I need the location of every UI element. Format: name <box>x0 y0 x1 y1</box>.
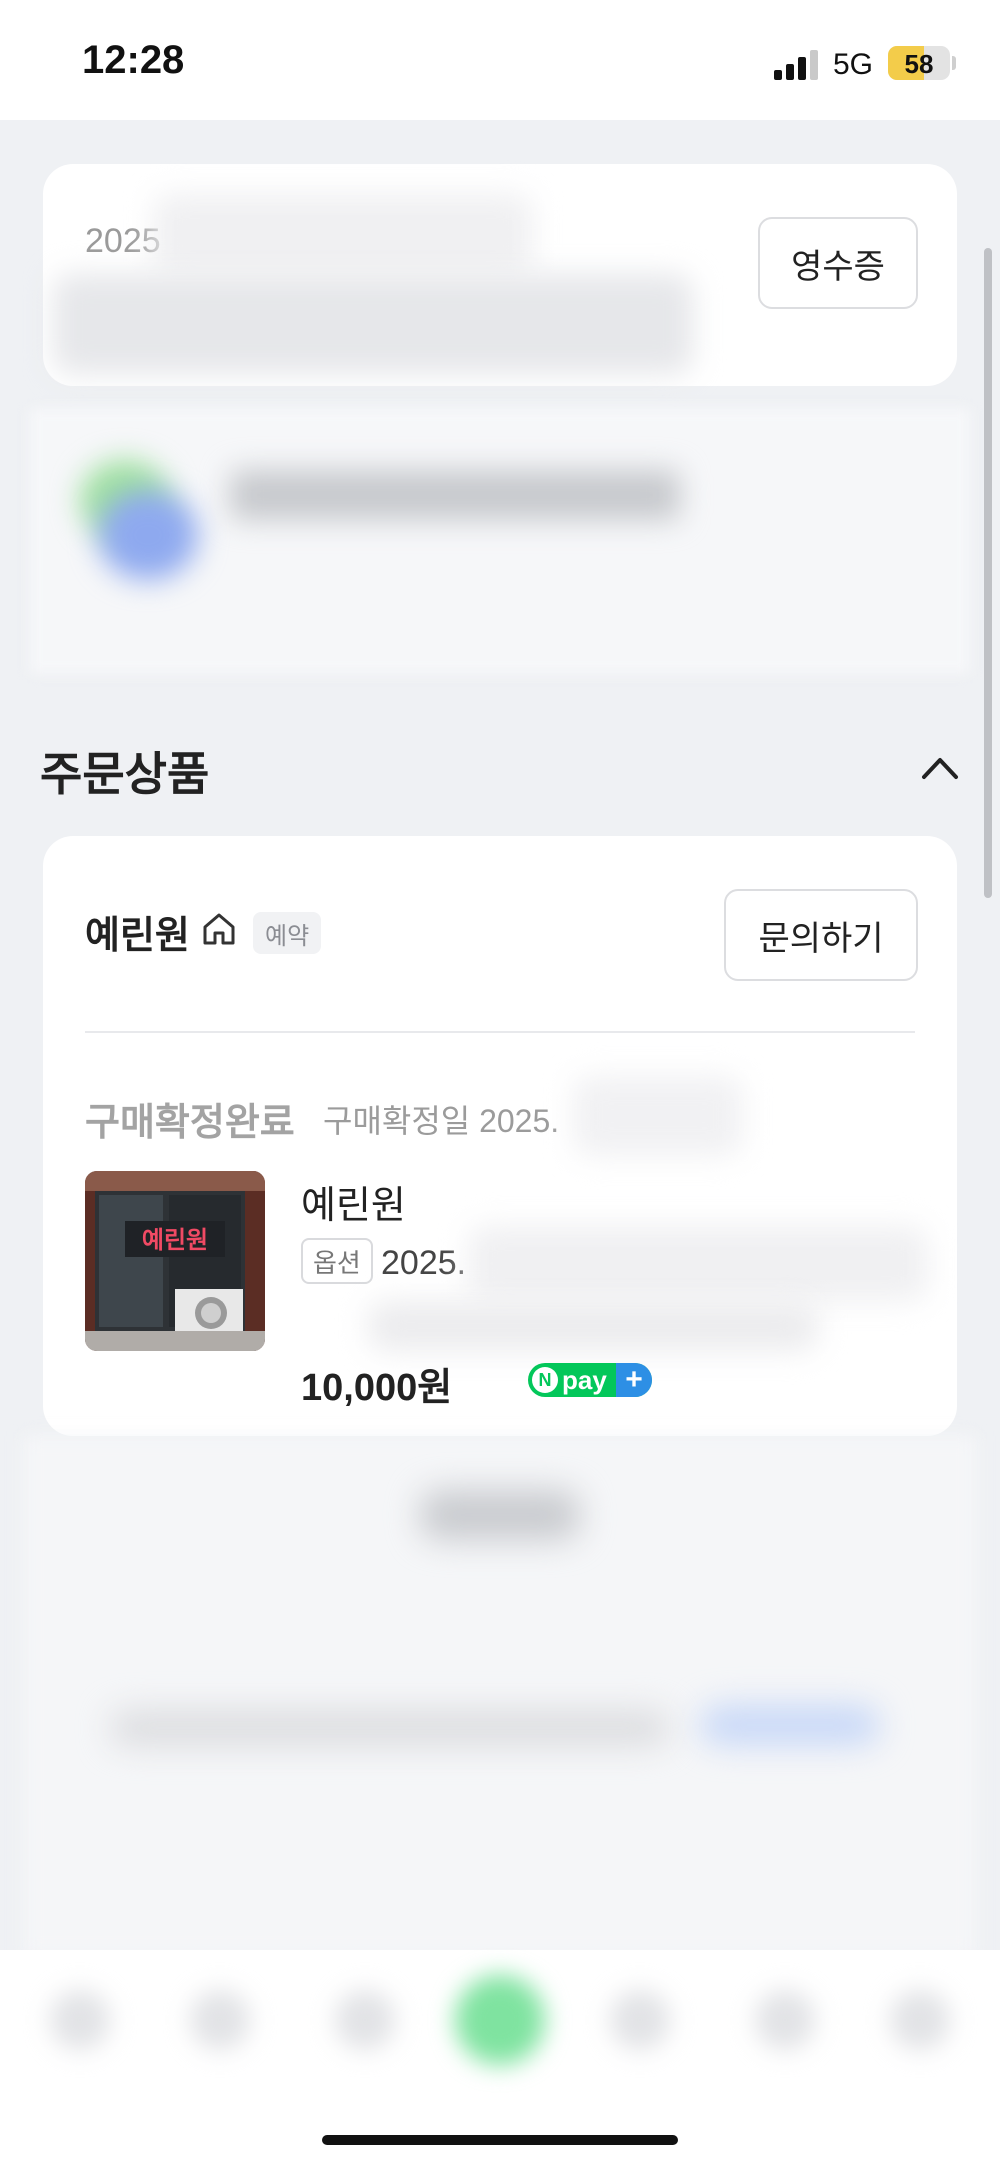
signal-icon <box>774 48 820 80</box>
order-card: 예린원 예약 문의하기 구매확정완료 구매확정일 2025. 예린원 예린원 옵… <box>43 836 957 1436</box>
tab-item[interactable] <box>890 1990 950 2050</box>
price: 10,000원 <box>301 1367 453 1409</box>
redacted-option <box>468 1226 928 1301</box>
option-tag: 옵션 <box>301 1238 373 1284</box>
scrollbar[interactable] <box>984 248 992 898</box>
receipt-button[interactable]: 영수증 <box>758 217 918 309</box>
status-time: 12:28 <box>82 38 185 82</box>
order-date-partial: 2025 <box>85 222 161 260</box>
purchase-confirm-date: 구매확정일 2025. <box>323 1103 560 1139</box>
tab-item[interactable] <box>190 1990 250 2050</box>
redacted-confirm-date <box>573 1076 743 1156</box>
order-status: 구매확정완료 <box>85 1102 295 1144</box>
tab-item[interactable] <box>610 1990 670 2050</box>
redacted-link <box>700 1705 880 1745</box>
battery-tip <box>952 56 956 70</box>
redacted-banner-text <box>230 470 680 520</box>
tab-item[interactable] <box>50 1990 110 2050</box>
storefront-image: 예린원 <box>85 1171 265 1351</box>
npay-plus-badge: N pay + <box>528 1363 652 1397</box>
home-indicator[interactable] <box>322 2135 678 2145</box>
battery-level: 58 <box>904 49 934 79</box>
home-icon <box>203 913 235 945</box>
tab-item-npay[interactable] <box>455 1975 545 2065</box>
receipt-card: 2025 영수증 <box>43 164 957 386</box>
reservation-badge: 예약 <box>253 912 322 954</box>
redacted-option-line2 <box>368 1301 818 1351</box>
npay-plus-icon: + <box>616 1363 652 1397</box>
redacted-button <box>420 1490 580 1540</box>
order-items-title: 주문상품 <box>40 748 210 800</box>
redacted-banner-logo-2 <box>98 490 198 580</box>
network-label: 5G <box>833 48 874 81</box>
product-name[interactable]: 예린원 <box>301 1174 406 1229</box>
battery-icon: 58 <box>888 46 950 80</box>
status-bar: 12:28 5G 58 <box>0 0 1000 120</box>
redacted-order-number <box>53 274 693 374</box>
redacted-text-line <box>110 1710 670 1746</box>
store-name[interactable]: 예린원 <box>85 904 190 959</box>
inquiry-button[interactable]: 문의하기 <box>724 889 918 981</box>
redacted-date <box>153 194 533 274</box>
divider <box>85 1031 915 1033</box>
tab-item[interactable] <box>335 1990 395 2050</box>
npay-n-icon: N <box>532 1367 558 1393</box>
tab-item[interactable] <box>755 1990 815 2050</box>
product-thumbnail[interactable]: 예린원 <box>85 1171 265 1351</box>
chevron-up-icon[interactable] <box>918 752 962 782</box>
thumbnail-sign: 예린원 <box>142 1226 208 1254</box>
option-value: 2025. <box>381 1244 467 1282</box>
npay-label: pay <box>562 1365 607 1395</box>
